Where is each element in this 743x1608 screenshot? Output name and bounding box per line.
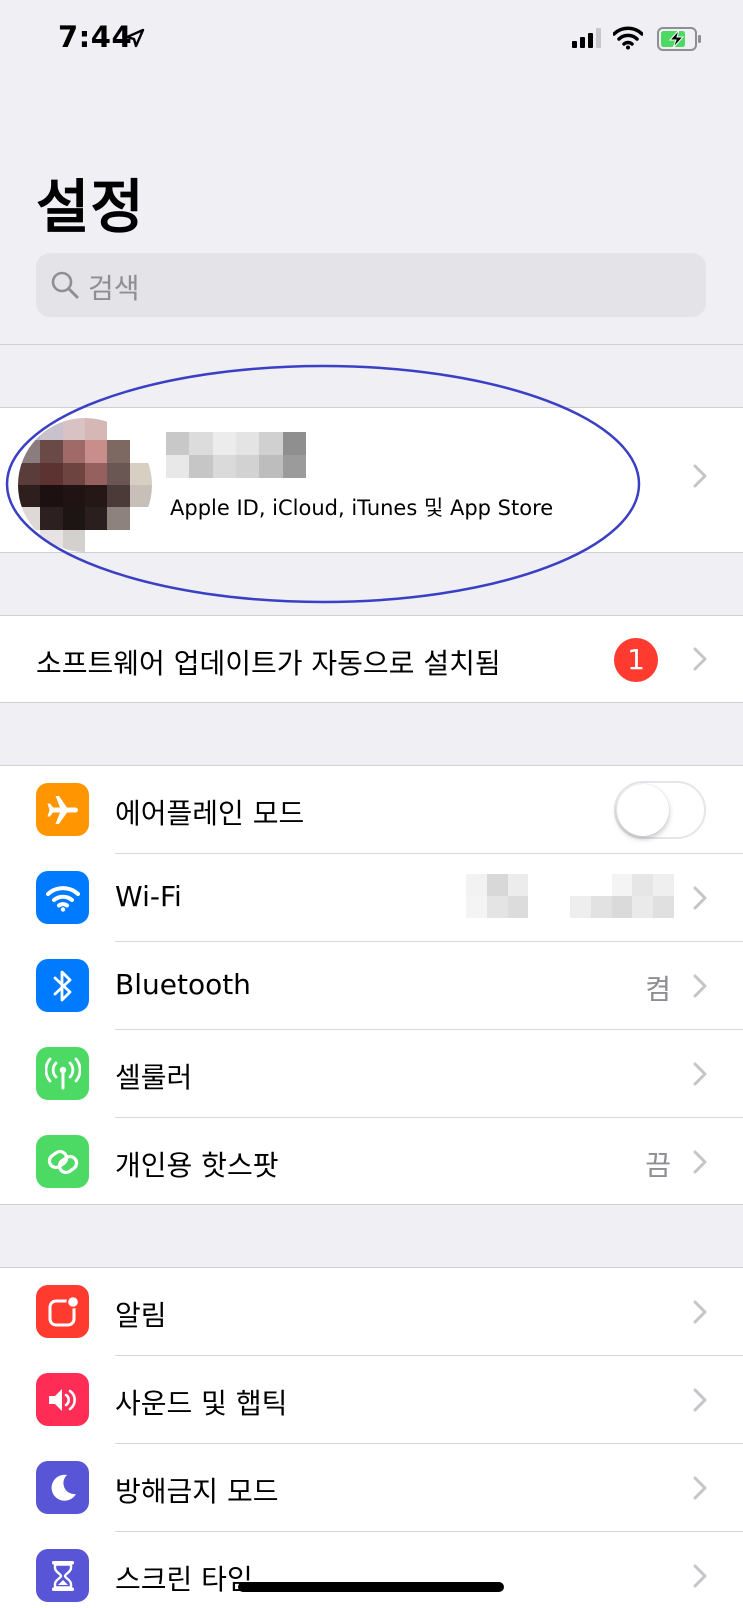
cellular-antenna-icon: [36, 1047, 89, 1100]
wifi-icon: [36, 871, 89, 924]
hotspot-row[interactable]: 개인용 핫스팟 끔: [0, 1118, 743, 1206]
connectivity-group: 에어플레인 모드 Wi-Fi Bluetooth 켬 셀룰러 개인용 핫스팟 끔: [0, 765, 743, 1205]
bluetooth-status: 켬: [645, 973, 671, 1006]
bluetooth-icon: [36, 959, 89, 1012]
status-bar: 7:44: [0, 0, 743, 80]
notifications-group: 알림 사운드 및 햅틱 방해금지 모드 스크린 타임: [0, 1267, 743, 1608]
chevron-right-icon: [693, 1476, 707, 1500]
airplane-mode-label: 에어플레인 모드: [115, 797, 305, 830]
hotspot-icon: [36, 1135, 89, 1188]
battery-charging-icon: [657, 27, 701, 51]
wifi-label: Wi-Fi: [115, 880, 182, 913]
cellular-label: 셀룰러: [115, 1061, 193, 1094]
moon-icon: [36, 1461, 89, 1514]
avatar: [18, 418, 152, 552]
do-not-disturb-row[interactable]: 방해금지 모드: [0, 1444, 743, 1532]
notifications-label: 알림: [115, 1299, 167, 1332]
chevron-right-icon: [693, 647, 707, 671]
search-placeholder: 검색: [88, 272, 140, 305]
chevron-right-icon: [693, 886, 707, 910]
screen-time-row[interactable]: 스크린 타임: [0, 1532, 743, 1608]
search-icon: [51, 271, 79, 299]
airplane-icon: [36, 783, 89, 836]
status-time: 7:44: [58, 20, 133, 54]
profile-subtitle: Apple ID, iCloud, iTunes 및 App Store: [170, 496, 554, 520]
chevron-right-icon: [693, 974, 707, 998]
hotspot-status: 끔: [645, 1149, 671, 1182]
notifications-row[interactable]: 알림: [0, 1268, 743, 1356]
speaker-icon: [36, 1373, 89, 1426]
airplane-mode-toggle[interactable]: [614, 781, 706, 839]
airplane-mode-row: 에어플레인 모드: [0, 766, 743, 854]
home-indicator[interactable]: [238, 1582, 504, 1592]
do-not-disturb-label: 방해금지 모드: [115, 1475, 279, 1508]
chevron-right-icon: [693, 1300, 707, 1324]
chevron-right-icon: [693, 1564, 707, 1588]
sounds-haptics-label: 사운드 및 햅틱: [115, 1387, 288, 1420]
page-title: 설정: [36, 173, 145, 241]
bluetooth-row[interactable]: Bluetooth 켬: [0, 942, 743, 1030]
notifications-icon: [36, 1285, 89, 1338]
wifi-row[interactable]: Wi-Fi: [0, 854, 743, 942]
cellular-signal-icon: [572, 28, 601, 48]
software-update-label: 소프트웨어 업데이트가 자동으로 설치됨: [36, 647, 501, 680]
chevron-right-icon: [693, 464, 707, 488]
search-input[interactable]: 검색: [36, 253, 706, 317]
software-update-row[interactable]: 소프트웨어 업데이트가 자동으로 설치됨 1: [0, 615, 743, 703]
wifi-status-icon: [613, 26, 643, 50]
location-arrow-icon: [125, 28, 145, 48]
header-divider: [0, 344, 743, 345]
chevron-right-icon: [693, 1062, 707, 1086]
sounds-haptics-row[interactable]: 사운드 및 햅틱: [0, 1356, 743, 1444]
screen-time-label: 스크린 타임: [115, 1563, 253, 1596]
chevron-right-icon: [693, 1388, 707, 1412]
hotspot-label: 개인용 핫스팟: [115, 1149, 279, 1182]
toggle-knob: [617, 784, 669, 836]
chevron-right-icon: [693, 1150, 707, 1174]
cellular-row[interactable]: 셀룰러: [0, 1030, 743, 1118]
bluetooth-label: Bluetooth: [115, 968, 251, 1001]
account-name-redacted: [166, 432, 306, 478]
hourglass-icon: [36, 1549, 89, 1602]
notification-badge: 1: [614, 638, 658, 682]
wifi-network-redacted: [466, 874, 674, 918]
apple-id-profile-row[interactable]: Apple ID, iCloud, iTunes 및 App Store: [0, 407, 743, 553]
